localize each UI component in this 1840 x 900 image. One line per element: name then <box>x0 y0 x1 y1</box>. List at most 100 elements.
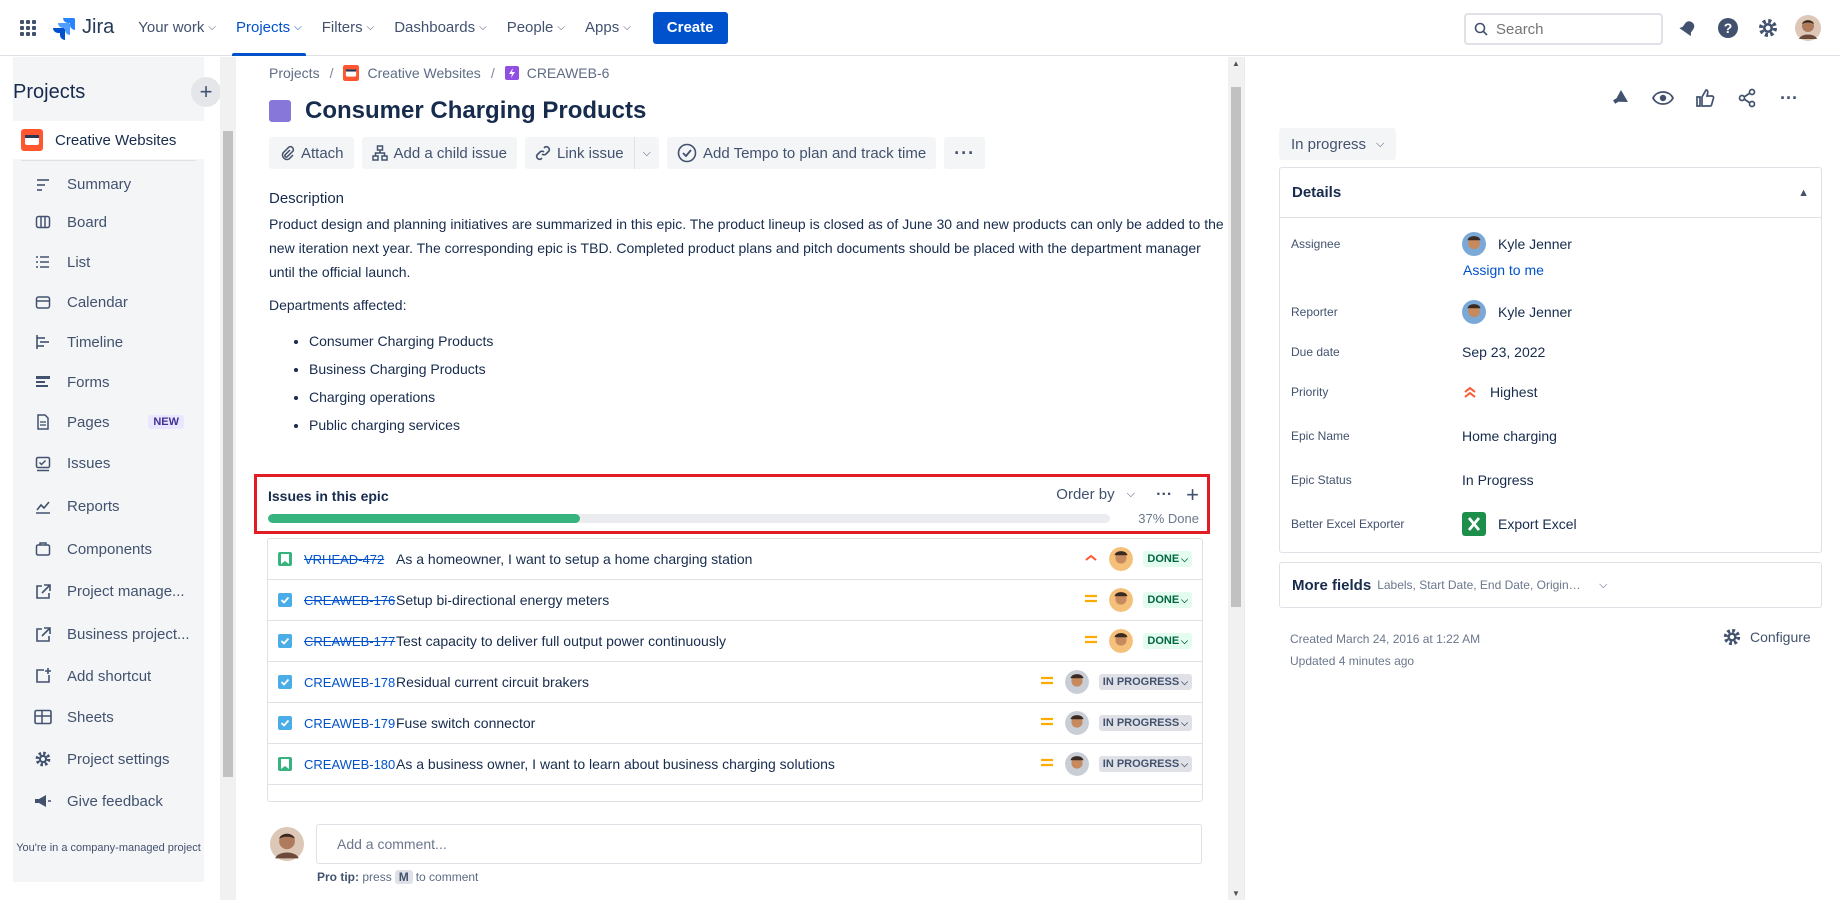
add-child-issue-button[interactable]: Add a child issue <box>361 137 517 169</box>
main-scrollbar[interactable]: ▲ ▼ <box>1228 57 1244 900</box>
issue-key-link[interactable]: CREAWEB-176 <box>304 593 396 608</box>
status-dropdown[interactable]: In progress ⌵ <box>1279 128 1397 160</box>
sidebar-item-label: Give feedback <box>67 792 163 810</box>
issue-key-link[interactable]: CREAWEB-178 <box>304 675 396 690</box>
sidebar-item-issues[interactable]: Issues <box>13 442 204 485</box>
plus-icon[interactable]: + <box>1186 484 1199 506</box>
scroll-up-icon[interactable]: ▲ <box>1232 59 1240 68</box>
sidebar-item-give-feedback[interactable]: Give feedback <box>13 780 204 822</box>
notifications-icon[interactable] <box>1672 12 1704 44</box>
sidebar-item-components[interactable]: Components <box>13 528 204 570</box>
breadcrumb-issue-key[interactable]: CREAWEB-6 <box>527 65 610 81</box>
sidebar-item-calendar[interactable]: Calendar <box>13 282 204 322</box>
epic-status-value[interactable]: In Progress <box>1462 472 1534 488</box>
sidebar-item-add-shortcut[interactable]: Add shortcut <box>13 656 204 696</box>
sidebar-item-reports[interactable]: Reports <box>13 485 204 528</box>
more-icon[interactable]: ··· <box>1156 486 1172 504</box>
table-row[interactable]: CREAWEB-176 Setup bi-directional energy m… <box>268 580 1202 621</box>
create-button[interactable]: Create <box>652 11 728 44</box>
watch-eye-icon[interactable] <box>1650 85 1676 111</box>
status-badge[interactable]: DONE ⌵ <box>1143 592 1192 608</box>
link-issue-button[interactable]: Link issue <box>524 137 634 169</box>
add-project-button[interactable]: + <box>191 77 221 107</box>
configure-button[interactable]: Configure <box>1722 627 1811 647</box>
table-row[interactable]: CREAWEB-178 Residual current circuit brak… <box>268 662 1202 703</box>
status-badge[interactable]: IN PROGRESS ⌵ <box>1098 715 1192 731</box>
sidebar-item-board[interactable]: Board <box>13 202 204 242</box>
sidebar-item-pages[interactable]: Pages NEW <box>13 402 204 442</box>
sidebar-item-project-settings[interactable]: Project settings <box>13 738 204 780</box>
sidebar-item-project-manage[interactable]: Project manage... <box>13 570 204 613</box>
sidebar-item-sheets[interactable]: Sheets <box>13 696 204 738</box>
breadcrumb-project[interactable]: Creative Websites <box>367 65 480 81</box>
table-row[interactable]: CREAWEB-180 As a business owner, I want t… <box>268 744 1202 785</box>
comment-input[interactable]: Add a comment... <box>316 824 1202 864</box>
sidebar-item-summary[interactable]: Summary <box>13 167 204 202</box>
feedback-megaphone-icon[interactable] <box>1608 85 1634 111</box>
status-badge[interactable]: IN PROGRESS ⌵ <box>1098 674 1192 690</box>
search-input[interactable] <box>1496 20 1646 38</box>
issue-title[interactable]: Consumer Charging Products <box>305 97 646 125</box>
status-badge[interactable]: IN PROGRESS ⌵ <box>1098 756 1192 772</box>
nav-your-work[interactable]: Your work ⌵ <box>128 0 226 56</box>
attach-button[interactable]: Attach <box>269 137 354 169</box>
table-row[interactable]: VRHEAD-472 As a homeowner, I want to setu… <box>268 539 1202 580</box>
issue-summary[interactable]: Residual current circuit brakers <box>396 674 589 690</box>
assign-to-me-link[interactable]: Assign to me <box>1463 262 1544 278</box>
issue-key-link[interactable]: CREAWEB-177 <box>304 634 396 649</box>
scroll-down-icon[interactable]: ▼ <box>1232 889 1240 898</box>
sidebar-item-timeline[interactable]: Timeline <box>13 322 204 362</box>
due-date-value[interactable]: Sep 23, 2022 <box>1462 344 1545 360</box>
nav-dashboards[interactable]: Dashboards ⌵ <box>384 0 496 56</box>
epic-name-value[interactable]: Home charging <box>1462 428 1557 444</box>
status-badge[interactable]: DONE ⌵ <box>1143 551 1192 567</box>
issue-summary[interactable]: Fuse switch connector <box>396 715 535 731</box>
nav-apps[interactable]: Apps ⌵ <box>575 0 641 56</box>
scrollbar-thumb[interactable] <box>1231 87 1241 607</box>
jira-logo[interactable]: Jira <box>52 16 114 40</box>
assignee-value[interactable]: Kyle Jenner <box>1462 232 1572 256</box>
issue-summary[interactable]: As a homeowner, I want to setup a home c… <box>396 551 752 567</box>
tempo-button[interactable]: Add Tempo to plan and track time <box>666 137 937 169</box>
app-switcher-icon[interactable] <box>8 8 48 48</box>
more-actions-button[interactable]: ··· <box>944 137 986 169</box>
chevron-up-icon[interactable]: ▲ <box>1798 187 1809 199</box>
nav-projects[interactable]: Projects ⌵ <box>226 0 312 56</box>
link-issue-dropdown[interactable]: ⌵ <box>633 137 659 169</box>
sidebar-item-business-project[interactable]: Business project... <box>13 613 204 656</box>
export-excel-value[interactable]: Export Excel <box>1462 512 1577 536</box>
table-row[interactable]: CREAWEB-177 Test capacity to deliver full… <box>268 621 1202 662</box>
user-avatar[interactable] <box>1792 12 1824 44</box>
nav-filters[interactable]: Filters ⌵ <box>312 0 384 56</box>
issue-key-link[interactable]: CREAWEB-179 <box>304 716 396 731</box>
breadcrumb-projects[interactable]: Projects <box>269 65 320 81</box>
issue-summary[interactable]: Test capacity to deliver full output pow… <box>396 633 726 649</box>
issue-key-link[interactable]: VRHEAD-472 <box>304 552 396 567</box>
details-header[interactable]: Details ▲ <box>1280 168 1821 218</box>
nav-people[interactable]: People ⌵ <box>497 0 575 56</box>
vote-thumbs-up-icon[interactable] <box>1692 85 1718 111</box>
sidebar-scrollbar[interactable] <box>220 57 236 900</box>
project-selector[interactable]: Creative Websites <box>13 121 204 159</box>
status-badge[interactable]: DONE ⌵ <box>1143 633 1192 649</box>
scrollbar-thumb[interactable] <box>223 131 233 777</box>
more-fields-panel[interactable]: More fields Labels, Start Date, End Date… <box>1279 562 1822 608</box>
order-by-button[interactable]: Order by ⌵ <box>1056 486 1135 503</box>
reporter-value[interactable]: Kyle Jenner <box>1462 300 1572 324</box>
description-text[interactable]: Product design and planning initiatives … <box>269 212 1229 284</box>
help-icon[interactable]: ? <box>1712 12 1744 44</box>
status-label: In progress <box>1291 135 1367 153</box>
epic-color-icon[interactable] <box>269 100 291 122</box>
plus-icon: + <box>199 79 213 104</box>
sidebar-item-list[interactable]: List <box>13 242 204 282</box>
share-icon[interactable] <box>1734 85 1760 111</box>
sidebar-item-forms[interactable]: Forms <box>13 362 204 402</box>
issue-summary[interactable]: Setup bi-directional energy meters <box>396 592 609 608</box>
issue-key-link[interactable]: CREAWEB-180 <box>304 757 396 772</box>
more-icon[interactable]: ··· <box>1776 85 1802 111</box>
issue-summary[interactable]: As a business owner, I want to learn abo… <box>396 756 835 772</box>
settings-gear-icon[interactable] <box>1752 12 1784 44</box>
table-row[interactable]: CREAWEB-179 Fuse switch connector IN PROGR… <box>268 703 1202 744</box>
priority-value[interactable]: Highest <box>1462 384 1537 400</box>
search-box[interactable] <box>1464 13 1663 45</box>
